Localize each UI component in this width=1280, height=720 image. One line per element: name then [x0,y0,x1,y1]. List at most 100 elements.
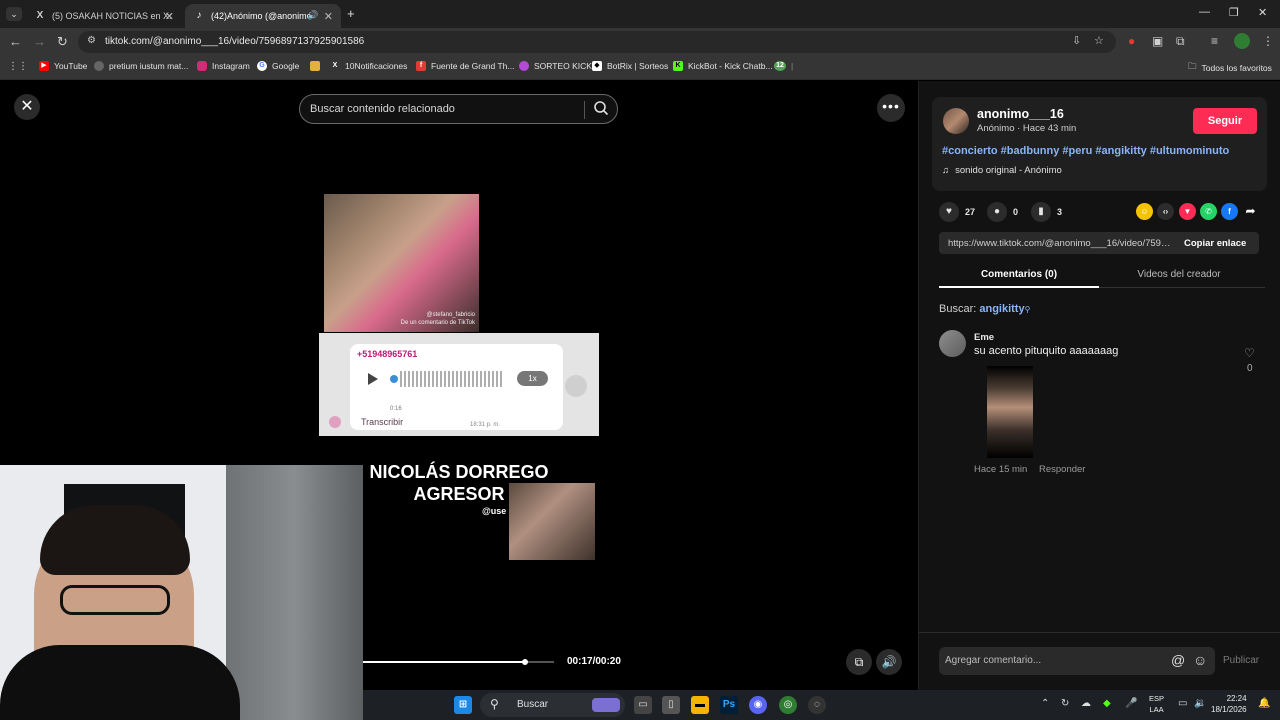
commenter-avatar[interactable] [939,330,966,357]
video-clip-face: @stefano_fabricio De un comentario de Ti… [324,194,479,332]
forward-icon[interactable]: → [33,34,46,49]
related-search-input[interactable]: Buscar contenido relacionado [299,94,618,124]
tab-osakah[interactable]: X (5) OSAKAH NOTICIAS en X: "@ ✕ [26,4,182,28]
photoshop-icon[interactable]: Ps [720,696,738,714]
discord-icon[interactable]: ◉ [749,696,767,714]
install-icon[interactable]: ⇩ [1072,34,1081,47]
comment-image[interactable] [987,366,1033,458]
send-icon[interactable]: ▼ [1179,203,1196,220]
bookmark-sorteo-kick[interactable]: SORTEO KICK [519,61,592,71]
tab-comments[interactable]: Comentarios (0) [939,269,1099,280]
tab-tiktok[interactable]: ♪ (42)Anónimo (@anonimo_ 🔊 ✕ [185,4,341,28]
clock[interactable]: 22:24 18/1/2026 [1211,693,1247,715]
volume-button[interactable]: 🔊 [876,649,902,675]
task-view-icon[interactable]: ▭ [634,696,652,714]
address-bar[interactable]: ⚙ tiktok.com/@anonimo___16/video/7596897… [78,31,1116,53]
speaker-icon[interactable]: 🔊 [307,10,318,21]
related-search-suggestion[interactable]: Buscar: angikitty⚲ [939,303,1030,315]
app-icon[interactable]: ▯ [662,696,680,714]
taskbar-search[interactable]: ⚲ Buscar [480,693,625,717]
comment-like-heart-icon[interactable]: ♡ [1244,346,1255,360]
profile-avatar[interactable] [1234,33,1250,49]
minimize-icon[interactable]: — [1199,6,1210,18]
site-info-icon[interactable]: ⚙ [87,35,96,46]
extension-icon[interactable]: ▣ [1152,34,1163,48]
author-name[interactable]: anonimo___16 [977,107,1064,121]
save-button[interactable]: ▮ 3 [1031,202,1062,222]
follow-button[interactable]: Seguir [1193,108,1257,134]
pip-button[interactable]: ⧉ [846,649,872,675]
share-link-url[interactable]: https://www.tiktok.com/@anonimo___16/vid… [948,238,1173,249]
extensions-puzzle-icon[interactable]: ⧉ [1176,34,1185,49]
coin-icon[interactable]: ☺ [1136,203,1153,220]
bookmark-instagram[interactable]: Instagram [197,61,250,71]
facebook-icon[interactable]: f [1221,203,1238,220]
emoji-icon[interactable]: ☺ [1193,652,1207,668]
bookmark-badge[interactable]: 12 | [774,61,793,71]
search-highlight-icon [592,698,620,712]
mention-icon[interactable]: @ [1171,652,1185,668]
back-icon[interactable]: ← [9,34,22,49]
file-explorer-icon[interactable]: ▬ [691,696,709,714]
comment-button[interactable]: ● 0 [987,202,1018,222]
restore-icon[interactable]: ❐ [1229,6,1239,19]
media-control-icon[interactable]: ≡ [1211,34,1218,48]
tray-icon[interactable]: ↻ [1061,698,1069,709]
close-window-icon[interactable]: ✕ [1258,6,1267,19]
tab-creator-videos[interactable]: Videos del creador [1099,269,1259,280]
bookmark-botrix[interactable]: ◆ BotRix | Sorteos [592,61,668,71]
comment-like-count: 0 [1247,363,1253,374]
search-icon: ⚲ [490,697,499,711]
details-panel: anonimo___16 Anónimo · Hace 43 min Segui… [918,81,1280,690]
commenter-name[interactable]: Eme [974,332,994,343]
audio-duration: 0:16 [390,406,402,412]
bookmark-kickbot[interactable]: K KickBot - Kick Chatb... [673,61,773,71]
chat-time: 18:31 p. m. [470,422,501,428]
search-icon[interactable] [593,100,609,121]
bookmark-notificaciones[interactable]: X 10Notificaciones [330,61,408,71]
extension-icon[interactable]: ● [1128,34,1135,48]
like-button[interactable]: ♥ 27 [939,202,975,222]
microphone-icon[interactable]: 🎤 [1125,698,1137,709]
x-icon: X [36,10,44,21]
sound-link[interactable]: ♫ sonido original - Anónimo [942,165,1062,176]
close-tab-icon[interactable]: ✕ [165,10,174,23]
embed-icon[interactable]: ‹› [1157,203,1174,220]
hashtags[interactable]: #concierto #badbunny #peru #angikitty #u… [942,145,1229,157]
share-arrow-icon[interactable]: ➦ [1242,203,1259,220]
new-tab-button[interactable]: + [347,6,355,21]
copy-link-button[interactable]: Copiar enlace [1184,238,1246,249]
publish-button[interactable]: Publicar [1223,655,1259,666]
language-indicator[interactable]: ESP LAA [1149,693,1164,715]
chrome-icon[interactable]: ◎ [779,696,797,714]
more-dots-icon: ••• [882,98,900,114]
reply-button[interactable]: Responder [1039,464,1085,475]
tray-icon[interactable]: ◆ [1103,698,1111,709]
bookmark-google[interactable]: G Google [257,61,299,71]
bookmark-pretium[interactable]: pretium iustum mat... [94,61,188,71]
whatsapp-icon[interactable]: ✆ [1200,203,1217,220]
all-bookmarks[interactable]: 🗀 Todos los favoritos [1188,61,1272,75]
close-tab-icon[interactable]: ✕ [324,10,333,23]
comment-input[interactable]: Agregar comentario... @ ☺ [939,647,1215,675]
video-progress-bar[interactable] [362,659,554,665]
menu-icon[interactable]: ⋮ [1262,34,1274,48]
notifications-icon[interactable]: 🔔 [1258,698,1270,709]
tray-chevron-icon[interactable]: ⌃ [1041,698,1049,709]
bookmark-puzzle[interactable] [310,61,325,71]
obs-icon[interactable]: ◌ [808,696,826,714]
speaker-icon[interactable]: 🔉 [1194,698,1206,709]
reload-icon[interactable]: ↻ [57,34,68,50]
apps-grid-icon[interactable]: ⋮⋮ [8,61,28,72]
author-avatar[interactable] [943,108,969,134]
tray-icon[interactable]: ☁ [1081,698,1091,709]
search-term[interactable]: angikitty [979,303,1024,315]
windows-start-icon[interactable]: ⊞ [454,696,472,714]
network-icon[interactable]: ▭ [1178,698,1187,709]
bookmark-star-icon[interactable]: ☆ [1094,34,1104,47]
close-video-button[interactable]: ✕ [14,94,40,120]
bookmark-youtube[interactable]: ▶ YouTube [39,61,87,71]
more-options-button[interactable]: ••• [877,94,905,122]
tab-search-button[interactable]: ⌄ [6,7,22,21]
bookmark-gta[interactable]: f Fuente de Grand Th... [416,61,514,71]
